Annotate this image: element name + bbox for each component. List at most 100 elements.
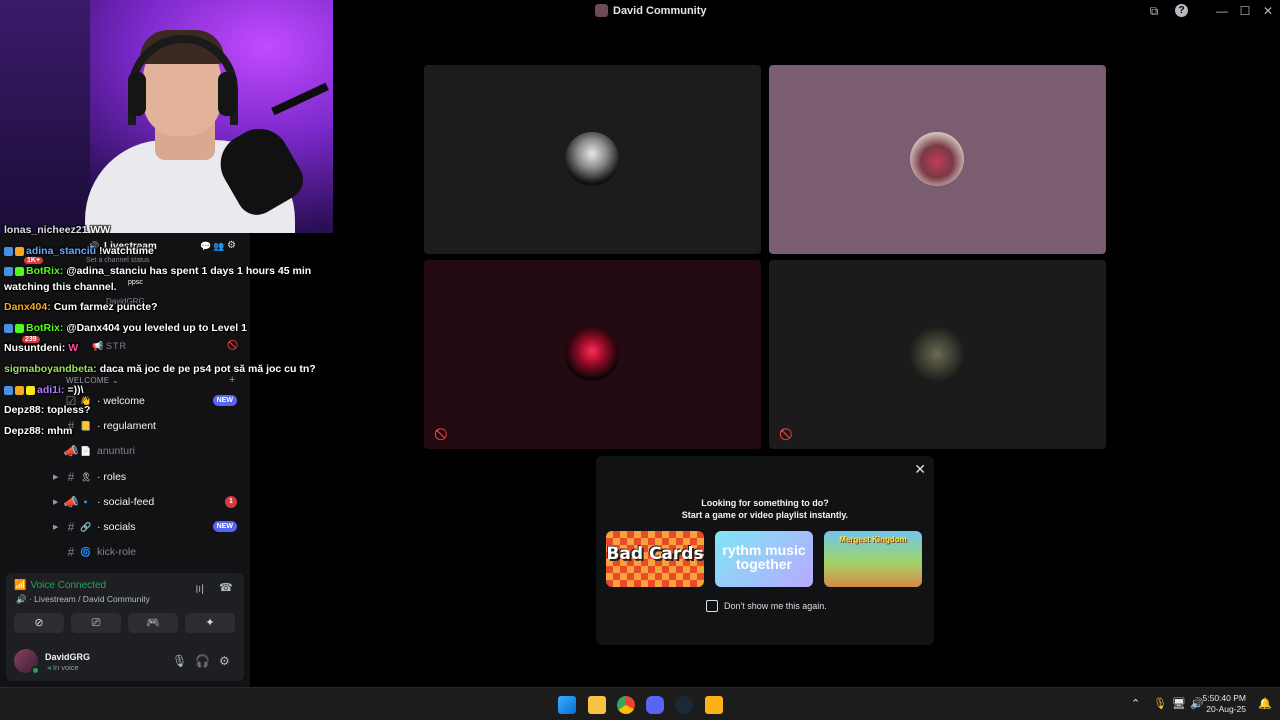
voice-location[interactable]: 🔊 · Livestream / David Community — [16, 594, 150, 605]
badge-icon — [15, 246, 24, 256]
channel-anunturi[interactable]: 📣 📄 anunturi — [53, 440, 243, 462]
channel-status[interactable]: Set a channel status — [86, 257, 149, 264]
soundboard-button[interactable]: ✦ — [185, 613, 235, 633]
announcement-icon: 📣 — [63, 444, 79, 458]
str-channel[interactable]: STR — [106, 341, 127, 351]
chevron-right-icon: ▶ — [53, 524, 59, 531]
headset-cup — [218, 72, 236, 116]
folder-icon[interactable] — [588, 696, 606, 714]
chevron-up-icon[interactable]: ⌃ — [1131, 697, 1140, 710]
channel-socials[interactable]: ▶ # 🔗 · socials NEW — [53, 516, 243, 538]
chat-fragment: lonas_nicheez21 WW — [4, 224, 111, 236]
card-title: Bad Cards — [606, 544, 704, 564]
chat-text: =))\ — [67, 384, 84, 396]
participant-tile[interactable] — [769, 65, 1106, 254]
activity-button[interactable]: 🎮 — [128, 613, 178, 633]
notification-icon[interactable]: 🔔 — [1258, 697, 1272, 710]
channel-social-feed[interactable]: ▶ 📣 🔹 · social-feed 1 — [53, 491, 243, 513]
avatar — [565, 132, 619, 186]
participant-tile[interactable]: 🚫 — [769, 260, 1106, 449]
verified-icon — [4, 323, 13, 333]
add-user-icon[interactable]: 👥 — [213, 241, 224, 252]
chat-message: adi1i: =))\ — [4, 384, 83, 396]
channel-name: · welcome — [97, 395, 145, 407]
rockstar-icon[interactable] — [705, 696, 723, 714]
channel-emoji: 📒 — [80, 420, 92, 431]
noise-suppression-icon[interactable]: 〣 — [194, 581, 205, 597]
activity-card-music[interactable]: rythm music together — [715, 531, 813, 587]
chat-text: @adina_stanciu has spent 1 days 1 hours … — [66, 265, 312, 277]
user-name[interactable]: DavidGRG — [45, 652, 90, 662]
chat-username: Danx404: — [4, 301, 51, 313]
close-button[interactable]: ✕ — [1260, 3, 1276, 19]
dont-show-label[interactable]: Don't show me this again. — [724, 601, 827, 611]
signal-icon: 📶 — [14, 580, 27, 591]
chat-text: daca mă joc de pe ps4 pot să mă joc cu t… — [99, 363, 316, 375]
steam-icon[interactable] — [675, 696, 693, 714]
window-title: David Community — [595, 4, 707, 17]
chat-text: Cum farmez puncte? — [53, 301, 158, 313]
gamepad-icon: 🎮 — [146, 617, 160, 629]
voice-status-text: Voice Connected — [30, 580, 107, 591]
hash-icon: # — [67, 470, 75, 484]
voice-user[interactable]: ppsc — [128, 279, 143, 286]
start-icon[interactable] — [558, 696, 576, 714]
headphones-icon[interactable]: 🎧 — [195, 654, 210, 668]
chrome-icon[interactable] — [617, 696, 635, 714]
clock[interactable]: 5:50:40 PM 20-Aug-25 — [1203, 693, 1246, 715]
dont-show-checkbox[interactable] — [706, 600, 718, 612]
inbox-icon[interactable]: ⧉ — [1146, 3, 1162, 19]
chat-message: Depz88: mhm — [4, 425, 72, 437]
muted-icon: 🚫 — [779, 429, 793, 441]
maximize-button[interactable]: ☐ — [1237, 3, 1253, 19]
voice-location-text: Livestream / David Community — [34, 594, 150, 604]
chat-message: Nusuntdeni: W — [4, 342, 78, 354]
screen-share-button[interactable]: ⎚ — [71, 613, 121, 633]
activity-card-mergest[interactable]: Mergest Kingdom — [824, 531, 922, 587]
minimize-button[interactable]: — — [1214, 3, 1230, 19]
close-icon[interactable]: ✕ — [914, 461, 926, 478]
network-icon[interactable]: 🖥 — [1172, 697, 1186, 710]
mute-icon: 🚫 — [227, 340, 239, 350]
settings-icon[interactable]: ⚙ — [227, 240, 236, 251]
help-icon[interactable]: ? — [1175, 4, 1188, 17]
discord-icon[interactable] — [646, 696, 664, 714]
participant-tile[interactable] — [424, 65, 761, 254]
settings-icon[interactable]: ⚙ — [219, 654, 230, 668]
chat-message: Danx404: Cum farmez puncte? — [4, 301, 158, 313]
unread-badge: 1 — [225, 496, 237, 508]
microphone-icon[interactable]: 🎙 — [1153, 697, 1167, 710]
activity-popup: ✕ Looking for something to do? Start a g… — [596, 456, 934, 645]
avatar — [910, 327, 964, 381]
chat-icon[interactable]: 💬 — [200, 241, 211, 252]
voice-status[interactable]: 📶 Voice Connected — [14, 580, 106, 591]
participant-tile[interactable]: 🚫 — [424, 260, 761, 449]
camera-button[interactable]: ⊘ — [14, 613, 64, 633]
avatar[interactable] — [14, 649, 40, 675]
badge-icon — [15, 385, 24, 395]
microphone-icon[interactable]: 🎙 — [172, 654, 187, 668]
channel-name: kick-role — [97, 546, 137, 558]
add-channel-icon[interactable]: + — [229, 374, 235, 386]
announcement-icon: 📣 — [63, 495, 79, 509]
bot-icon — [15, 266, 24, 276]
channel-name-text: regulament — [103, 420, 156, 432]
chat-username: BotRix: — [26, 265, 64, 277]
chat-message: sigmaboyandbeta: daca mă joc de pe ps4 po… — [4, 363, 316, 375]
headset-cup — [128, 72, 146, 116]
activity-card-bad-cards[interactable]: Bad Cards — [606, 531, 704, 587]
chat-message: watching this channel. — [4, 281, 117, 293]
voice-icon: ◂ — [47, 663, 51, 672]
channel-roles[interactable]: ▶ # 🎗 · roles — [53, 466, 243, 488]
chat-message: Depz88: topless? — [4, 404, 90, 416]
channel-kick-role[interactable]: # 🌀 kick-role — [53, 541, 243, 563]
channel-name: · social-feed — [97, 496, 155, 508]
card-title: rythm music together — [722, 542, 806, 572]
chevron-right-icon: ▶ — [53, 499, 59, 506]
card-title: Mergest Kingdom — [839, 535, 907, 544]
muted-icon: 🚫 — [434, 429, 448, 441]
disconnect-icon[interactable]: ☎ — [219, 581, 233, 594]
channel-name: anunturi — [97, 445, 135, 457]
channel-regulament[interactable]: # 📒 · regulament — [53, 415, 243, 437]
channel-emoji: 🌀 — [80, 546, 92, 557]
